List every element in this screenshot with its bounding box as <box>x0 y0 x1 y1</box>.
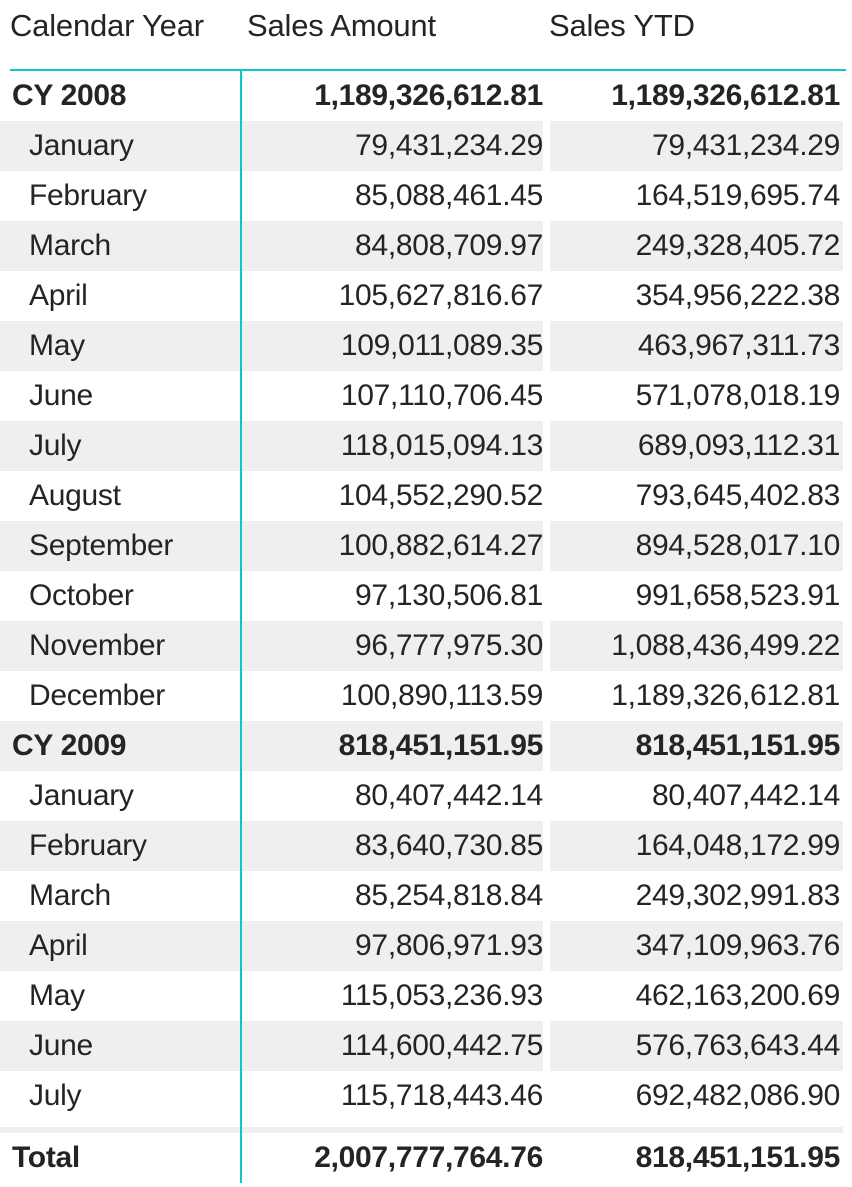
cell-sales-amount: 104,552,290.52 <box>338 479 544 512</box>
cell-sales-amount: 105,627,816.67 <box>338 279 544 312</box>
row-header-label: February <box>29 179 147 212</box>
cell-sales-amount: 96,777,975.30 <box>355 629 543 662</box>
cell-sales-ytd: 576,763,643.44 <box>635 1029 841 1062</box>
cell-sales-ytd: 1,189,326,612.81 <box>611 679 840 712</box>
cell-sales-ytd: 1,189,326,612.81 <box>611 79 840 112</box>
table-row[interactable]: April 105,627,816.67 354,956,222.38 <box>0 271 852 321</box>
table-row[interactable]: July 115,718,443.46 692,482,086.90 <box>0 1071 852 1121</box>
table-row[interactable]: January 80,407,442.14 80,407,442.14 <box>0 771 852 821</box>
table-row[interactable]: July 118,015,094.13 689,093,112.31 <box>0 421 852 471</box>
cell-sales-amount: 80,407,442.14 <box>355 779 543 812</box>
cell-sales-ytd: 991,658,523.91 <box>635 579 841 612</box>
row-header-label: July <box>29 429 82 462</box>
table-row[interactable]: February 83,640,730.85 164,048,172.99 <box>0 821 852 871</box>
cell-sales-amount: 83,640,730.85 <box>355 829 543 862</box>
row-header-label: December <box>29 679 165 712</box>
cell-sales-ytd: 692,482,086.90 <box>635 1079 841 1112</box>
row-header-label: CY 2009 <box>12 729 127 762</box>
table-row[interactable]: August 104,552,290.52 793,645,402.83 <box>0 471 852 521</box>
table-row[interactable]: June 107,110,706.45 571,078,018.19 <box>0 371 852 421</box>
table-row[interactable]: November 96,777,975.30 1,088,436,499.22 <box>0 621 852 671</box>
table-row[interactable]: March 84,808,709.97 249,328,405.72 <box>0 221 852 271</box>
column-header-calendar-year[interactable]: Calendar Year <box>10 8 204 44</box>
header-underline-rule <box>10 69 846 71</box>
table-row[interactable]: February 85,088,461.45 164,519,695.74 <box>0 171 852 221</box>
cell-sales-ytd: 689,093,112.31 <box>637 429 840 462</box>
cell-sales-ytd: 347,109,963.76 <box>635 929 841 962</box>
column-header-sales-ytd[interactable]: Sales YTD <box>549 8 695 44</box>
cell-sales-ytd: 818,451,151.95 <box>635 729 841 762</box>
table-row[interactable]: April 97,806,971.93 347,109,963.76 <box>0 921 852 971</box>
row-header-label: June <box>29 1029 93 1062</box>
row-header-label: August <box>29 479 121 512</box>
table-row[interactable]: December 100,890,113.59 1,189,326,612.81 <box>0 671 852 721</box>
total-sales-ytd-value: 818,451,151.95 <box>635 1141 841 1174</box>
row-header-label: March <box>29 229 111 262</box>
table-row[interactable]: October 97,130,506.81 991,658,523.91 <box>0 571 852 621</box>
cell-sales-amount: 109,011,089.35 <box>340 329 543 362</box>
row-header-label: May <box>29 979 85 1012</box>
table-row[interactable]: March 85,254,818.84 249,302,991.83 <box>0 871 852 921</box>
cell-sales-ytd: 894,528,017.10 <box>635 529 841 562</box>
cell-sales-amount: 115,718,443.46 <box>340 1079 543 1112</box>
row-header-label: March <box>29 879 111 912</box>
cell-sales-amount: 818,451,151.95 <box>338 729 544 762</box>
table-row[interactable]: January 79,431,234.29 79,431,234.29 <box>0 121 852 171</box>
table-row[interactable]: May 109,011,089.35 463,967,311.73 <box>0 321 852 371</box>
row-header-label: January <box>29 779 134 812</box>
cell-sales-ytd: 463,967,311.73 <box>637 329 840 362</box>
cell-sales-amount: 107,110,706.45 <box>340 379 543 412</box>
cell-sales-amount: 1,189,326,612.81 <box>314 79 543 112</box>
table-row[interactable]: CY 2008 1,189,326,612.81 1,189,326,612.81 <box>0 71 852 121</box>
table-row[interactable]: June 114,600,442.75 576,763,643.44 <box>0 1021 852 1071</box>
cell-sales-ytd: 79,431,234.29 <box>652 129 840 162</box>
sales-matrix-visual: Calendar Year Sales Amount Sales YTD CY … <box>0 0 852 1187</box>
column-header-sales-amount[interactable]: Sales Amount <box>247 8 436 44</box>
cell-sales-amount: 85,254,818.84 <box>355 879 543 912</box>
cell-sales-amount: 84,808,709.97 <box>355 229 543 262</box>
row-header-label: April <box>29 929 88 962</box>
cell-sales-ytd: 249,328,405.72 <box>635 229 841 262</box>
row-header-label: May <box>29 329 85 362</box>
matrix-column-header-row: Calendar Year Sales Amount Sales YTD <box>0 0 852 70</box>
cell-sales-ytd: 249,302,991.83 <box>635 879 841 912</box>
cell-sales-amount: 118,015,094.13 <box>340 429 543 462</box>
cell-sales-ytd: 164,519,695.74 <box>635 179 841 212</box>
cell-sales-ytd: 793,645,402.83 <box>635 479 841 512</box>
row-header-label: January <box>29 129 134 162</box>
row-header-label: September <box>29 529 174 562</box>
cell-sales-ytd: 1,088,436,499.22 <box>611 629 840 662</box>
row-header-label: July <box>29 1079 82 1112</box>
cell-sales-amount: 100,882,614.27 <box>338 529 544 562</box>
cell-sales-ytd: 571,078,018.19 <box>635 379 841 412</box>
cell-sales-ytd: 462,163,200.69 <box>635 979 841 1012</box>
cell-sales-ytd: 80,407,442.14 <box>652 779 840 812</box>
cell-sales-ytd: 354,956,222.38 <box>635 279 841 312</box>
cell-sales-amount: 114,600,442.75 <box>340 1029 543 1062</box>
row-header-label: October <box>29 579 134 612</box>
cell-sales-amount: 85,088,461.45 <box>355 179 543 212</box>
cell-sales-amount: 79,431,234.29 <box>355 129 543 162</box>
cell-sales-ytd: 164,048,172.99 <box>635 829 841 862</box>
cell-sales-amount: 100,890,113.59 <box>340 679 543 712</box>
row-header-label: April <box>29 279 88 312</box>
cell-sales-amount: 97,130,506.81 <box>355 579 543 612</box>
total-sales-amount-value: 2,007,777,764.76 <box>314 1141 543 1174</box>
row-header-label: June <box>29 379 93 412</box>
row-header-vertical-divider <box>240 69 242 1183</box>
total-row-label: Total <box>12 1141 80 1174</box>
cell-sales-amount: 115,053,236.93 <box>340 979 543 1012</box>
table-row[interactable]: September 100,882,614.27 894,528,017.10 <box>0 521 852 571</box>
table-row[interactable]: May 115,053,236.93 462,163,200.69 <box>0 971 852 1021</box>
matrix-body: CY 2008 1,189,326,612.81 1,189,326,612.81 J… <box>0 71 852 1121</box>
row-header-label: CY 2008 <box>12 79 127 112</box>
total-row[interactable]: Total 2,007,777,764.76 818,451,151.95 <box>0 1133 852 1187</box>
row-header-label: November <box>29 629 165 662</box>
table-row[interactable]: CY 2009 818,451,151.95 818,451,151.95 <box>0 721 852 771</box>
cell-sales-amount: 97,806,971.93 <box>355 929 543 962</box>
row-header-label: February <box>29 829 147 862</box>
